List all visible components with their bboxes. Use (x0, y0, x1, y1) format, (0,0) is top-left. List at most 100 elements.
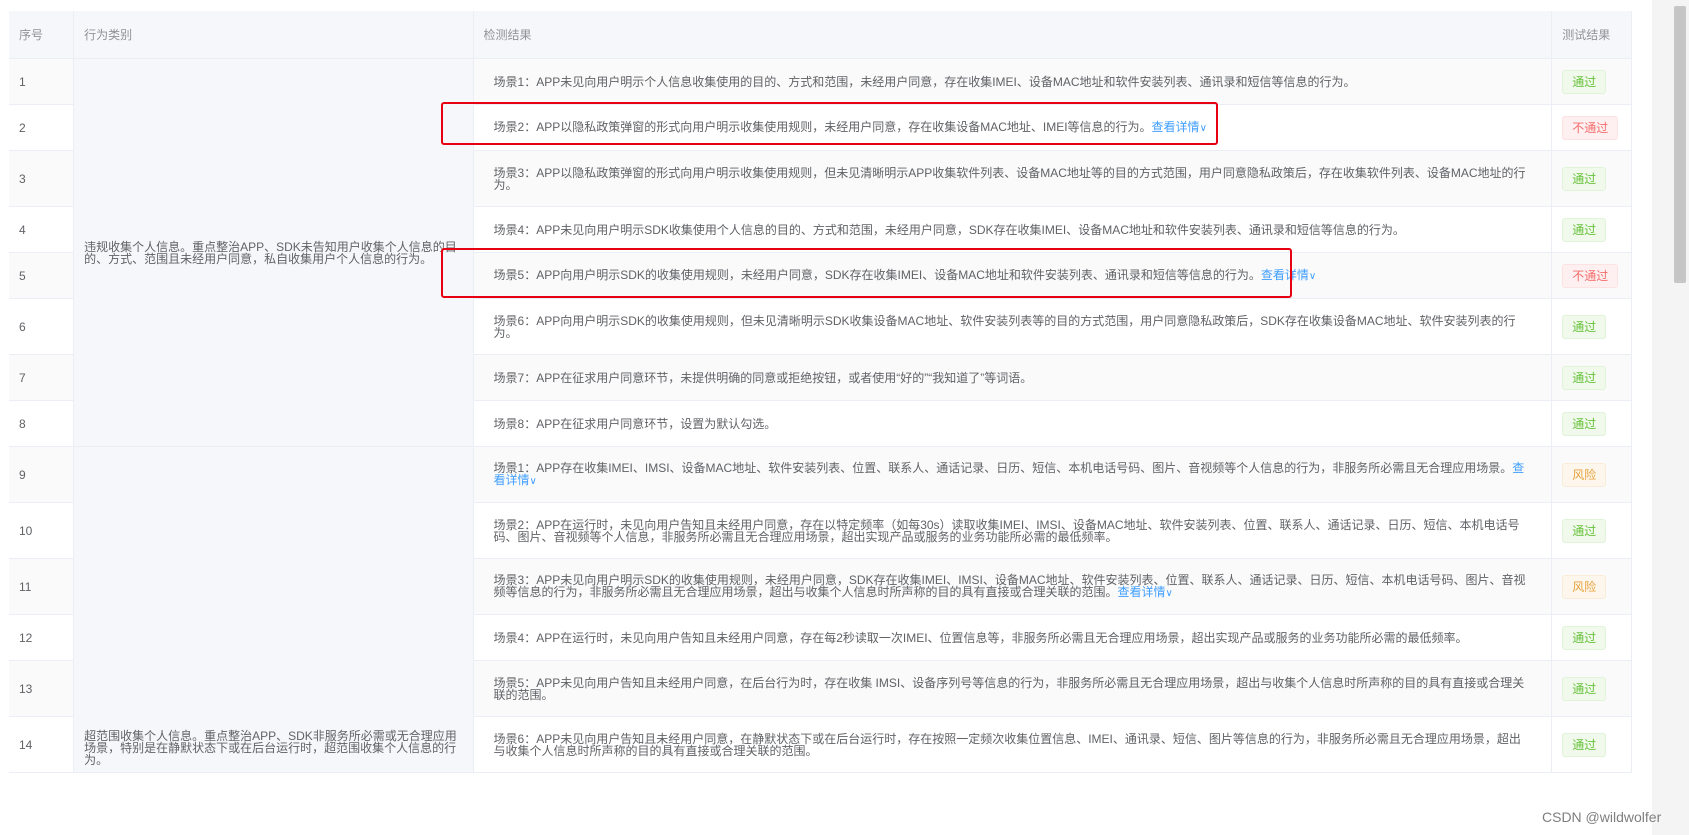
chevron-down-icon: ∨ (1199, 122, 1207, 134)
result-cell: 场景3：APP以隐私政策弹窗的形式向用户明示收集使用规则，但未见清晰明示APP收… (473, 150, 1553, 207)
row-index: 4 (19, 222, 26, 237)
result-text: 场景6：APP向用户明示SDK的收集使用规则，但未见清晰明示SDK收集设备MAC… (493, 313, 1516, 340)
table-row: 9 超范围收集个人信息。重点整治APP、SDK非服务所必需或无合理应用场景，特别是… (9, 446, 1632, 773)
status-badge: 不通过 (1562, 263, 1619, 288)
status-cell: 通过 (1551, 614, 1632, 661)
result-text: 场景2：APP以隐私政策弹窗的形式向用户明示收集使用规则，未经用户同意，存在收集… (493, 119, 1152, 134)
row-index-cell: 12 (9, 614, 75, 661)
category-cell: 超范围收集个人信息。重点整治APP、SDK非服务所必需或无合理应用场景，特别是在… (73, 446, 474, 773)
row-index-cell: 14 (9, 716, 75, 773)
row-index-cell: 4 (9, 206, 75, 253)
row-index: 1 (19, 74, 26, 89)
row-index-cell: 5 (9, 252, 75, 299)
category-cell: 违规收集个人信息。重点整治APP、SDK未告知用户收集个人信息的目的、方式、范围… (73, 58, 474, 447)
row-index-cell: 13 (9, 660, 75, 717)
view-details-label: 查看详情 (1117, 584, 1166, 599)
status-badge: 通过 (1562, 411, 1607, 436)
result-text: 场景3：APP以隐私政策弹窗的形式向用户明示收集使用规则，但未见清晰明示APP收… (493, 165, 1526, 192)
view-details-link[interactable]: 查看详情∨ (1261, 268, 1316, 282)
header-status[interactable]: 测试结果 (1551, 11, 1632, 59)
row-index: 2 (19, 120, 26, 135)
status-badge: 通过 (1562, 732, 1607, 757)
chevron-down-icon: ∨ (1165, 587, 1173, 599)
result-text-block: 场景2：APP在运行时，未见向用户告知且未经用户同意，存在以特定频率（如每30s… (474, 519, 1552, 543)
result-text: 场景5：APP未见向用户告知且未经用户同意，在后台行为时，存在收集 IMSI、设… (493, 675, 1525, 702)
result-text: 场景6：APP未见向用户告知且未经用户同意，在静默状态下或在后台运行时，存在按照… (493, 731, 1521, 758)
view-details-label: 查看详情 (1151, 119, 1200, 134)
status-badge: 风险 (1562, 574, 1607, 599)
row-index: 12 (19, 630, 33, 645)
result-cell: 场景2：APP以隐私政策弹窗的形式向用户明示收集使用规则，未经用户同意，存在收集… (473, 104, 1553, 151)
row-index-cell: 9 (9, 446, 75, 503)
header-category[interactable]: 行为类别 (73, 11, 474, 59)
row-index: 3 (19, 171, 26, 186)
row-index: 7 (19, 370, 26, 385)
detection-results-table: 序号 行为类别 检测结果 测试结果 1 违规收集个人信息。重点整治APP、SDK未… (9, 11, 1632, 773)
result-text-block: 场景2：APP以隐私政策弹窗的形式向用户明示收集使用规则，未经用户同意，存在收集… (474, 121, 1552, 135)
result-cell: 场景6：APP未见向用户告知且未经用户同意，在静默状态下或在后台运行时，存在按照… (473, 716, 1553, 773)
status-badge: 通过 (1562, 676, 1607, 701)
status-cell: 风险 (1551, 558, 1632, 615)
result-text: 场景4：APP在运行时，未见向用户告知且未经用户同意，存在每2秒读取一次IMEI… (493, 630, 1468, 645)
chevron-down-icon: ∨ (1308, 270, 1317, 282)
result-cell: 场景5：APP未见向用户告知且未经用户同意，在后台行为时，存在收集 IMSI、设… (473, 660, 1553, 717)
status-badge: 通过 (1562, 365, 1607, 390)
category-text: 超范围收集个人信息。重点整治APP、SDK非服务所必需或无合理应用场景，特别是在… (84, 729, 457, 767)
result-text-block: 场景4：APP在运行时，未见向用户告知且未经用户同意，存在每2秒读取一次IMEI… (474, 632, 1552, 644)
row-index-cell: 1 (9, 58, 75, 105)
header-index[interactable]: 序号 (9, 11, 75, 59)
status-cell: 通过 (1551, 354, 1632, 401)
result-text: 场景7：APP在征求用户同意环节，未提供明确的同意或拒绝按钮，或者使用“好的”“… (493, 370, 1033, 385)
status-badge: 通过 (1562, 69, 1607, 94)
result-text-block: 场景5：APP向用户明示SDK的收集使用规则，未经用户同意，SDK存在收集IME… (474, 269, 1552, 283)
result-text-block: 场景3：APP以隐私政策弹窗的形式向用户明示收集使用规则，但未见清晰明示APP收… (474, 167, 1552, 191)
row-index: 13 (19, 681, 33, 696)
view-details-link[interactable]: 查看详情∨ (1118, 585, 1173, 599)
row-index: 8 (19, 416, 26, 431)
status-cell: 不通过 (1551, 104, 1632, 151)
result-text-block: 场景4：APP未见向用户明示SDK收集使用个人信息的目的、方式和范围，未经用户同… (474, 224, 1552, 236)
status-cell: 通过 (1551, 400, 1632, 447)
status-cell: 通过 (1551, 660, 1632, 717)
vertical-scrollbar[interactable] (1652, 0, 1689, 835)
view-details-link[interactable]: 查看详情∨ (1152, 120, 1207, 134)
row-index-cell: 7 (9, 354, 75, 401)
result-text: 场景3：APP未见向用户明示SDK的收集使用规则，未经用户同意，SDK存在收集I… (493, 572, 1526, 599)
scrollbar-thumb[interactable] (1674, 6, 1686, 283)
result-cell: 场景4：APP在运行时，未见向用户告知且未经用户同意，存在每2秒读取一次IMEI… (473, 614, 1553, 661)
status-cell: 风险 (1551, 446, 1632, 503)
result-cell: 场景7：APP在征求用户同意环节，未提供明确的同意或拒绝按钮，或者使用“好的”“… (473, 354, 1553, 401)
result-text-block: 场景6：APP未见向用户告知且未经用户同意，在静默状态下或在后台运行时，存在按照… (474, 733, 1552, 757)
result-cell: 场景1：APP未见向用户明示个人信息收集使用的目的、方式和范围，未经用户同意，存… (473, 58, 1553, 105)
status-badge: 风险 (1562, 462, 1607, 487)
status-cell: 通过 (1551, 58, 1632, 105)
result-cell: 场景2：APP在运行时，未见向用户告知且未经用户同意，存在以特定频率（如每30s… (473, 502, 1553, 559)
result-text-block: 场景7：APP在征求用户同意环节，未提供明确的同意或拒绝按钮，或者使用“好的”“… (474, 372, 1552, 384)
result-text-block: 场景6：APP向用户明示SDK的收集使用规则，但未见清晰明示SDK收集设备MAC… (474, 315, 1552, 339)
chevron-down-icon: ∨ (529, 475, 537, 487)
result-cell: 场景4：APP未见向用户明示SDK收集使用个人信息的目的、方式和范围，未经用户同… (473, 206, 1553, 253)
status-cell: 通过 (1551, 716, 1632, 773)
row-index-cell: 6 (9, 298, 75, 355)
row-index: 14 (19, 737, 33, 752)
table-header-row: 序号 行为类别 检测结果 测试结果 (9, 11, 1632, 59)
status-cell: 通过 (1551, 150, 1632, 207)
result-text-block: 场景8：APP在征求用户同意环节，设置为默认勾选。 (474, 418, 1552, 430)
result-text-block: 场景3：APP未见向用户明示SDK的收集使用规则，未经用户同意，SDK存在收集I… (474, 574, 1552, 600)
row-index: 11 (19, 579, 32, 594)
result-text: 场景1：APP未见向用户明示个人信息收集使用的目的、方式和范围，未经用户同意，存… (493, 74, 1356, 89)
result-text-block: 场景1：APP存在收集IMEI、IMSI、设备MAC地址、软件安装列表、位置、联… (474, 462, 1552, 488)
result-text: 场景5：APP向用户明示SDK的收集使用规则，未经用户同意，SDK存在收集IME… (493, 267, 1261, 282)
result-text: 场景8：APP在征求用户同意环节，设置为默认勾选。 (493, 416, 777, 431)
result-text-block: 场景5：APP未见向用户告知且未经用户同意，在后台行为时，存在收集 IMSI、设… (474, 677, 1552, 701)
row-index-cell: 10 (9, 502, 75, 559)
status-badge: 通过 (1562, 518, 1607, 543)
view-details-label: 查看详情 (1260, 267, 1309, 282)
status-cell: 通过 (1551, 298, 1632, 355)
status-badge: 通过 (1562, 625, 1607, 650)
result-text: 场景4：APP未见向用户明示SDK收集使用个人信息的目的、方式和范围，未经用户同… (493, 222, 1405, 237)
result-text: 场景1：APP存在收集IMEI、IMSI、设备MAC地址、软件安装列表、位置、联… (493, 460, 1513, 475)
status-badge: 通过 (1562, 217, 1607, 242)
header-result[interactable]: 检测结果 (473, 11, 1553, 59)
row-index-cell: 11 (9, 558, 75, 615)
